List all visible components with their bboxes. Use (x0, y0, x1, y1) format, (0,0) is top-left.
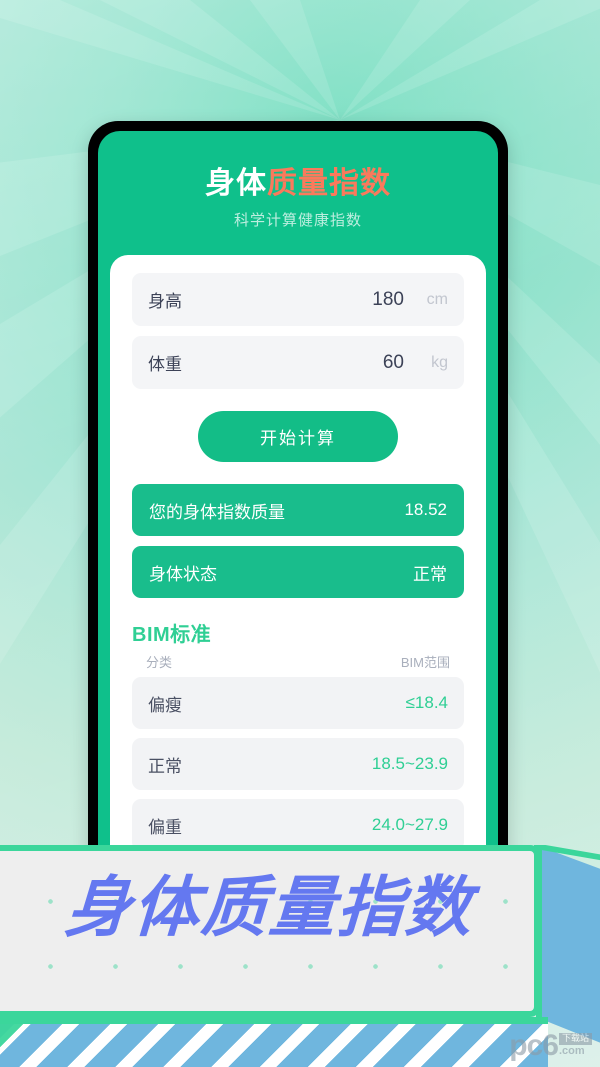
table-row: 偏瘦 ≤18.4 (132, 677, 464, 729)
bim-range-overweight: 24.0~27.9 (371, 815, 448, 834)
bmi-value: 18.52 (404, 500, 447, 519)
calculate-button-wrap: 开始计算 (132, 411, 464, 462)
watermark-right-group: 下载站 .com (558, 1033, 592, 1057)
promo-stripes-corner-edge (0, 1013, 30, 1067)
app-title: 身体质量指数 (98, 167, 498, 200)
table-row: 偏重 24.0~27.9 (132, 799, 464, 851)
calculate-button[interactable]: 开始计算 (198, 411, 398, 462)
weight-label: 体重 (148, 355, 182, 374)
result-row-body-status: 身体状态 正常 (132, 546, 464, 598)
bim-column-category: 分类 (146, 655, 173, 670)
phone-screen: 身体质量指数 科学计算健康指数 身高 180 cm 体重 60 kg 开始计算 … (98, 131, 498, 861)
app-title-accent-part: 质量指数 (267, 167, 391, 200)
height-label: 身高 (148, 292, 182, 311)
promo-diagonal-stripes (0, 1017, 548, 1067)
result-row-bmi-value: 您的身体指数质量 18.52 (132, 484, 464, 536)
height-unit: cm (426, 290, 448, 308)
watermark-domain: .com (558, 1044, 585, 1057)
bim-column-range: BIM范围 (400, 655, 450, 670)
height-input-row[interactable]: 身高 180 cm (132, 273, 464, 326)
app-subtitle: 科学计算健康指数 (233, 212, 362, 229)
bim-category-normal: 正常 (148, 756, 182, 776)
body-status-value: 正常 (413, 564, 447, 584)
weight-input-row[interactable]: 体重 60 kg (132, 336, 464, 389)
weight-input[interactable]: 60 (383, 352, 404, 374)
watermark-badge: 下载站 (558, 1033, 592, 1045)
bim-standard-heading: BIM标准 (132, 624, 212, 646)
table-row: 正常 18.5~23.9 (132, 738, 464, 790)
promo-banner: 身体质量指数 pc6 下载站 .com (0, 845, 600, 1067)
app-title-white-part: 身体 (205, 167, 267, 200)
watermark-brand: pc6 (509, 1029, 559, 1062)
promo-3d-side-face (536, 845, 600, 1045)
content-card: 身高 180 cm 体重 60 kg 开始计算 您的身体指数质量 18.52 身… (110, 255, 486, 861)
bim-range-underweight: ≤18.4 (405, 693, 448, 712)
bim-category-underweight: 偏瘦 (148, 695, 182, 715)
body-status-label: 身体状态 (149, 564, 217, 584)
screenshot-root: 身体质量指数 科学计算健康指数 身高 180 cm 体重 60 kg 开始计算 … (0, 0, 600, 1067)
phone-mockup: 身体质量指数 科学计算健康指数 身高 180 cm 体重 60 kg 开始计算 … (88, 121, 508, 861)
promo-headline: 身体质量指数 (63, 870, 475, 944)
app-header: 身体质量指数 科学计算健康指数 (98, 131, 498, 230)
bim-category-overweight: 偏重 (148, 817, 182, 837)
weight-unit: kg (431, 353, 448, 371)
height-input[interactable]: 180 (372, 289, 404, 311)
bim-range-normal: 18.5~23.9 (371, 754, 448, 773)
watermark: pc6 下载站 .com (509, 1029, 592, 1062)
bmi-value-label: 您的身体指数质量 (149, 502, 285, 522)
bim-table-header: 分类 BIM范围 (132, 652, 464, 677)
